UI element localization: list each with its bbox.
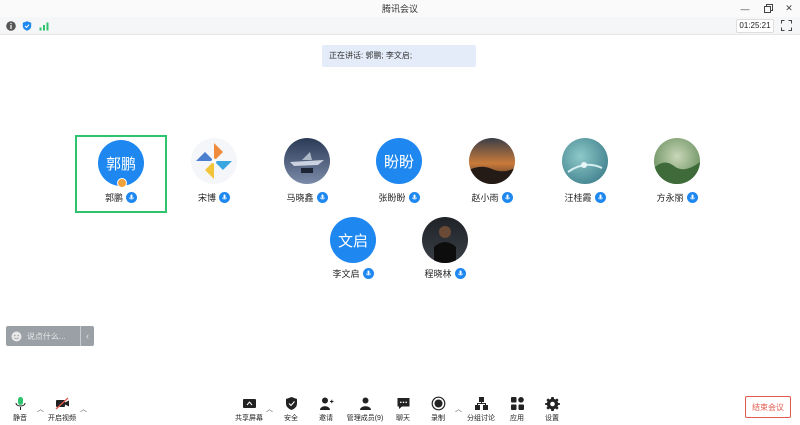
restore-icon[interactable] xyxy=(757,0,779,17)
mic-icon xyxy=(454,268,466,279)
mic-icon xyxy=(316,192,328,203)
emoji-icon[interactable] xyxy=(11,331,22,342)
participant-tile[interactable]: 方永丽 xyxy=(631,135,723,213)
breakout-rooms-icon xyxy=(474,397,488,410)
participant-name: 汪桂霞 xyxy=(564,193,592,203)
security-shield-icon xyxy=(285,397,297,410)
participant-tile[interactable]: 盼盼 张盼盼 xyxy=(353,135,445,213)
mic-icon xyxy=(501,192,513,203)
chat-icon xyxy=(397,398,409,409)
video-label: 开启视频 xyxy=(48,415,76,422)
water-drop-avatar xyxy=(562,138,608,184)
end-meeting-button[interactable]: 结束会议 xyxy=(745,396,791,418)
manage-members-button[interactable]: 管理成员(9) xyxy=(343,396,387,424)
participant-name: 马晓鑫 xyxy=(286,193,314,203)
avatar: 盼盼 xyxy=(376,138,422,184)
mic-icon xyxy=(362,268,374,279)
share-screen-label: 共享屏幕 xyxy=(235,415,263,422)
mic-icon xyxy=(408,192,420,203)
apps-grid-icon xyxy=(510,397,524,410)
invite-label: 邀请 xyxy=(319,415,333,422)
participant-tile[interactable]: 赵小雨 xyxy=(446,135,538,213)
mic-icon xyxy=(686,192,698,203)
chat-placeholder: 说点什么... xyxy=(27,331,66,341)
minimize-icon[interactable]: — xyxy=(734,0,756,17)
invite-button[interactable]: 邀请 xyxy=(306,396,346,424)
title-bar: 腾讯会议 — ✕ xyxy=(0,0,800,17)
participant-name: 方永丽 xyxy=(656,193,684,203)
breakout-rooms-label: 分组讨论 xyxy=(467,415,495,422)
apps-button[interactable]: 应用 xyxy=(497,396,537,424)
shield-icon[interactable] xyxy=(22,21,32,31)
sunset-avatar xyxy=(469,138,515,184)
close-icon[interactable]: ✕ xyxy=(778,0,800,17)
speaking-indicator: 正在讲话: 郭鹏; 李文启; xyxy=(322,45,476,67)
participant-tile[interactable]: 汪桂霞 xyxy=(539,135,631,213)
chat-label: 聊天 xyxy=(396,415,410,422)
share-screen-button[interactable]: 共享屏幕 xyxy=(229,396,269,424)
share-screen-icon xyxy=(242,399,256,408)
breakout-rooms-button[interactable]: 分组讨论 xyxy=(461,396,501,424)
chat-input[interactable]: 说点什么... ‹ xyxy=(6,326,94,346)
video-options-chevron-icon[interactable]: ︿ xyxy=(80,404,87,414)
participant-tile[interactable]: 宋博 xyxy=(168,135,260,213)
signal-icon[interactable] xyxy=(39,21,49,31)
participant-name: 张盼盼 xyxy=(378,193,406,203)
members-icon xyxy=(359,397,371,410)
participant-name: 郭鹏 xyxy=(104,193,123,203)
participant-tile[interactable]: 马晓鑫 xyxy=(261,135,353,213)
add-user-icon xyxy=(319,397,333,410)
forest-avatar xyxy=(654,138,700,184)
host-badge-icon xyxy=(117,178,127,188)
jet-avatar xyxy=(284,138,330,184)
avatar: 文启 xyxy=(330,217,376,263)
security-label: 安全 xyxy=(284,415,298,422)
microphone-icon xyxy=(15,397,25,410)
meeting-toolbar: 静音 ︿ 开启视频 ︿ 共享屏幕 ︿ 安全 邀请 管理成员(9) 聊天 录制 ︿… xyxy=(0,390,800,425)
meeting-info-bar: 01:25:21 xyxy=(0,17,800,35)
chat-collapse-button[interactable]: ‹ xyxy=(80,326,94,346)
settings-button[interactable]: 设置 xyxy=(532,396,572,424)
gear-icon xyxy=(544,397,560,411)
pinwheel-avatar xyxy=(191,138,237,184)
mute-label: 静音 xyxy=(13,415,27,422)
participant-tile[interactable]: 文启 李文启 xyxy=(307,214,399,292)
record-label: 录制 xyxy=(431,415,445,422)
record-button[interactable]: 录制 xyxy=(418,396,458,424)
fullscreen-icon[interactable] xyxy=(781,20,792,31)
settings-label: 设置 xyxy=(545,415,559,422)
basketball-player-avatar xyxy=(422,217,468,263)
mic-icon xyxy=(219,192,230,203)
window-title: 腾讯会议 xyxy=(381,4,418,14)
security-button[interactable]: 安全 xyxy=(271,396,311,424)
participant-name: 赵小雨 xyxy=(471,193,499,203)
info-icon[interactable] xyxy=(6,21,16,31)
mute-button[interactable]: 静音 xyxy=(0,396,40,424)
participant-name: 宋博 xyxy=(197,193,216,203)
mic-icon xyxy=(594,192,606,203)
participant-tile[interactable]: 程晓林 xyxy=(399,214,491,292)
video-off-icon xyxy=(55,397,69,410)
chat-button[interactable]: 聊天 xyxy=(383,396,423,424)
mic-icon xyxy=(126,192,137,203)
record-icon xyxy=(431,396,445,411)
video-button[interactable]: 开启视频 xyxy=(42,396,82,424)
participant-tile[interactable]: 郭鹏 郭鹏 xyxy=(75,135,167,213)
manage-members-label: 管理成员(9) xyxy=(346,415,384,422)
participant-name: 程晓林 xyxy=(424,269,452,279)
apps-label: 应用 xyxy=(510,415,524,422)
meeting-timer: 01:25:21 xyxy=(736,19,774,33)
participant-name: 李文启 xyxy=(332,269,360,279)
